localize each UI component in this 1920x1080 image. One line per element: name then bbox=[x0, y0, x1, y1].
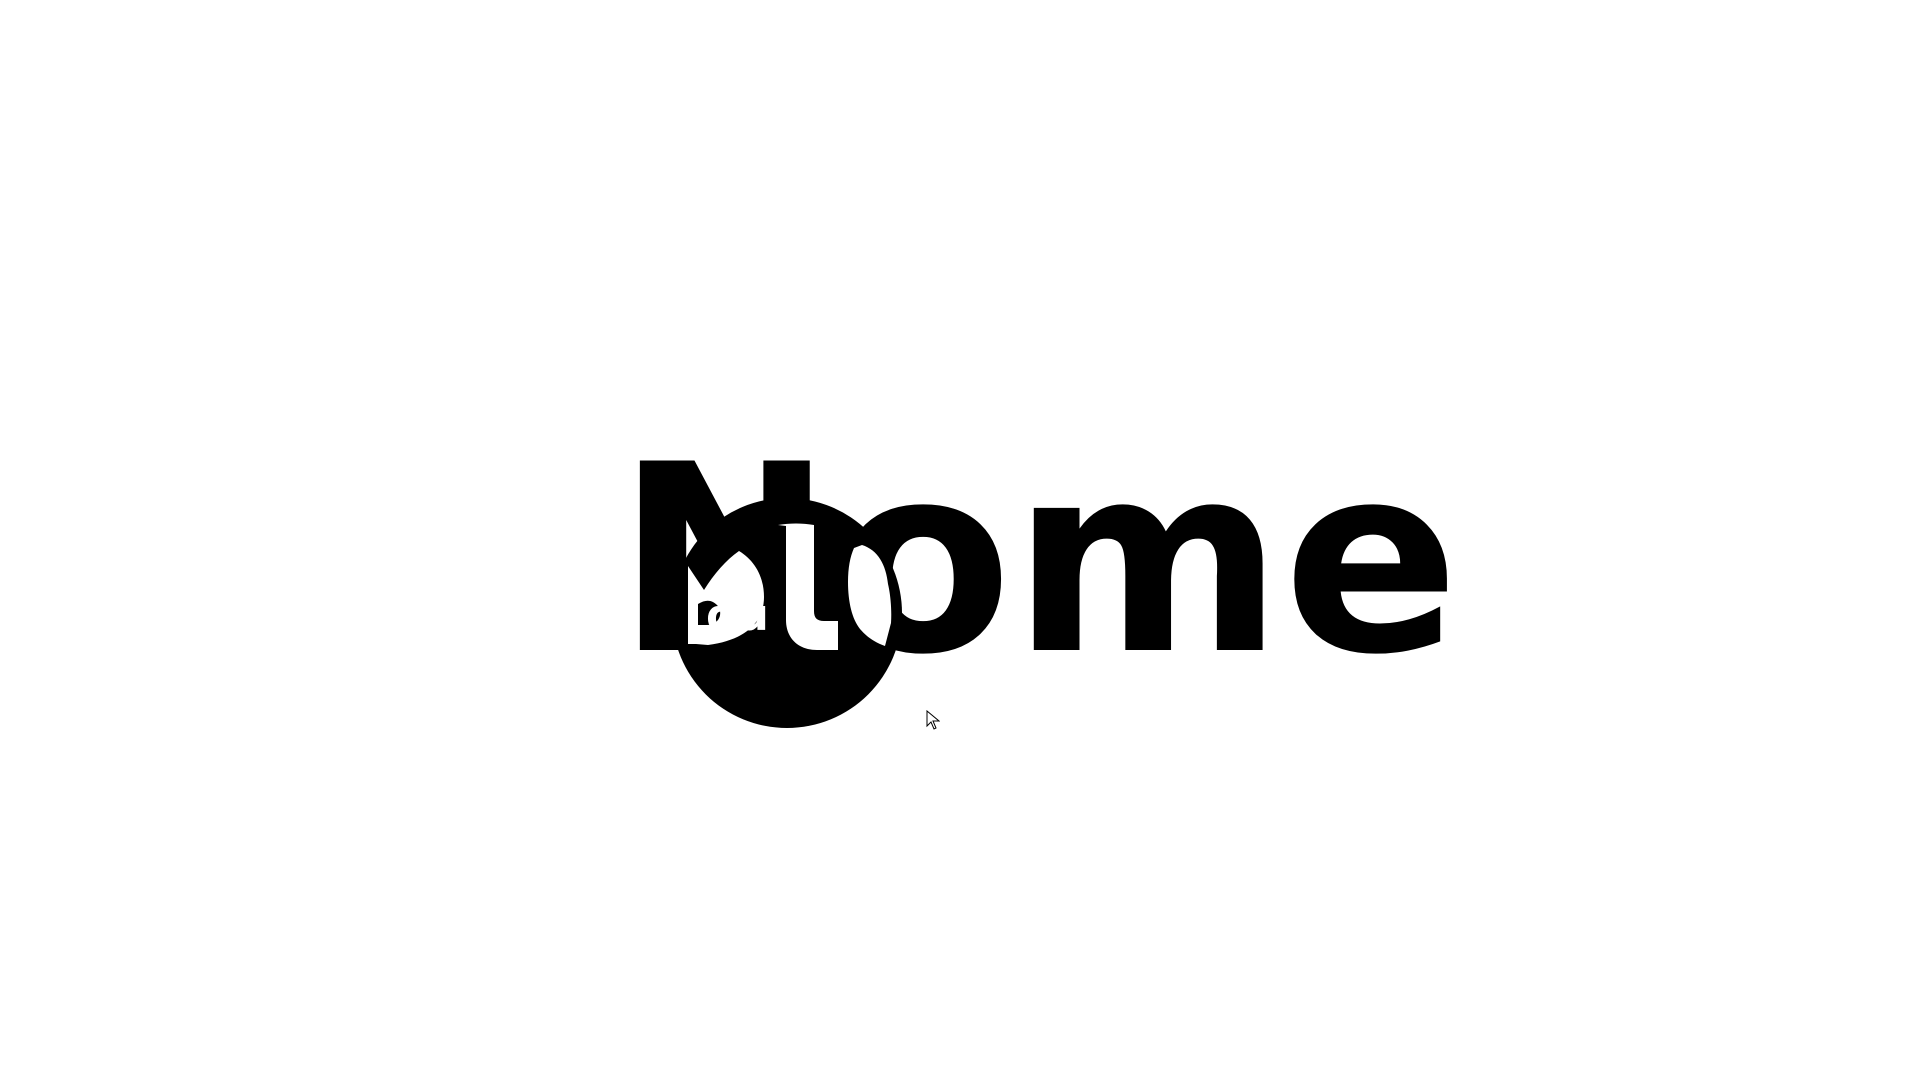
overlay-mark-text: du bbox=[706, 590, 769, 641]
screen-stage: Nome du bbox=[0, 0, 1920, 1080]
logo-svg: Nome du bbox=[616, 410, 1459, 728]
wordmark-logo: Nome du bbox=[616, 400, 1459, 728]
logo-area: Nome du bbox=[0, 0, 1920, 1080]
